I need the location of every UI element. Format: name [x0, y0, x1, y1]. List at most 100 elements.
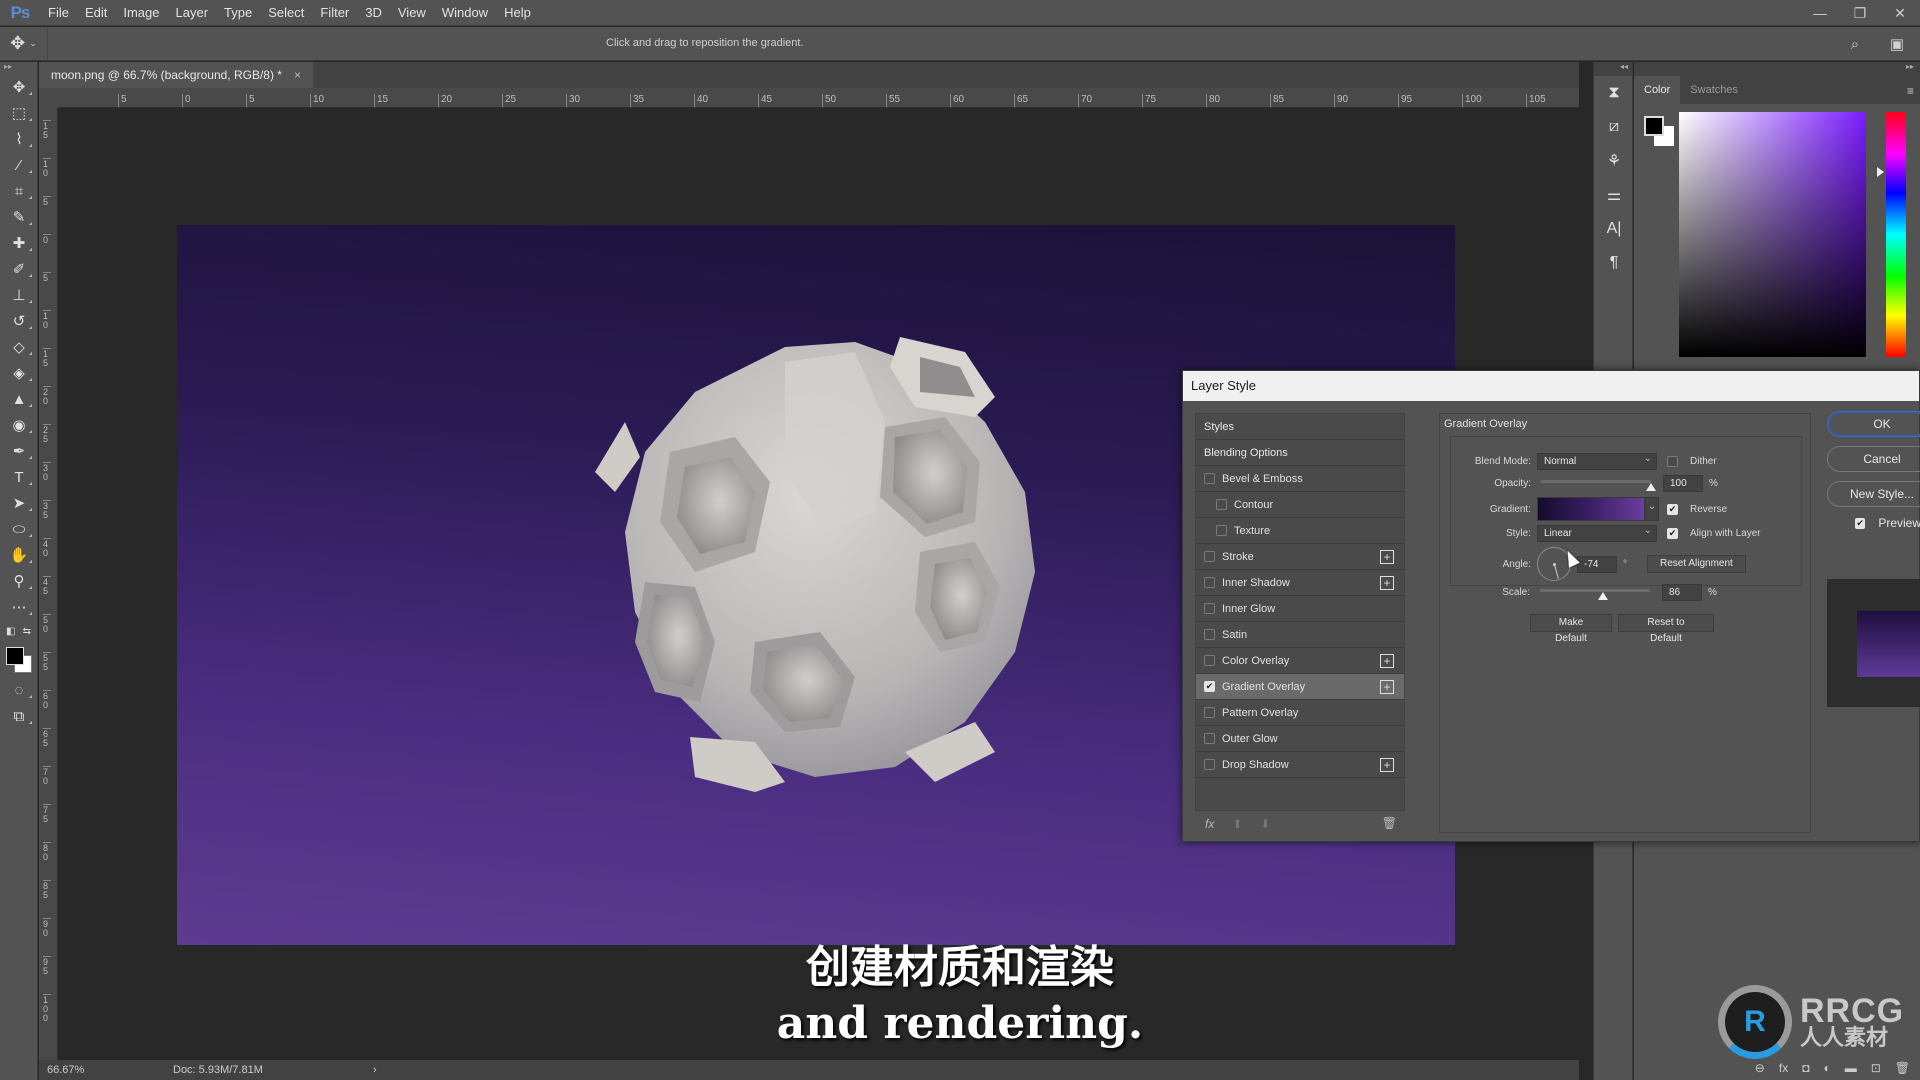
scale-slider[interactable] [1540, 586, 1650, 600]
healing-brush-tool[interactable]: ✚ [0, 230, 38, 256]
dodge-tool[interactable]: ◉ [0, 412, 38, 438]
opacity-slider[interactable] [1541, 477, 1656, 491]
contour-checkbox[interactable] [1216, 499, 1227, 510]
hue-slider[interactable] [1886, 112, 1906, 357]
menu-view[interactable]: View [390, 5, 434, 20]
foreground-color[interactable] [6, 647, 24, 665]
trash-icon[interactable]: 🗑 [1382, 816, 1397, 830]
style-item-outer-glow[interactable]: Outer Glow [1196, 726, 1404, 752]
trash-icon[interactable]: 🗑 [1895, 1061, 1910, 1075]
satin-checkbox[interactable] [1204, 629, 1215, 640]
close-tab-icon[interactable]: × [294, 68, 301, 82]
clone-stamp-tool[interactable]: ⊥ [0, 282, 38, 308]
lasso-tool[interactable]: ⌇ [0, 126, 38, 152]
crop-tool[interactable]: ⌗ [0, 178, 38, 204]
style-select[interactable]: Linear [1537, 523, 1657, 542]
color-overlay-checkbox[interactable] [1204, 655, 1215, 666]
fx-icon[interactable]: fx [1205, 817, 1214, 831]
pen-tool[interactable]: ✒ [0, 438, 38, 464]
menu-window[interactable]: Window [434, 5, 496, 20]
document-tab[interactable]: moon.png @ 66.7% (background, RGB/8) * × [39, 62, 313, 88]
tab-color[interactable]: Color [1634, 76, 1681, 104]
opacity-input[interactable]: 100 [1663, 475, 1703, 492]
magic-wand-tool[interactable]: ⁄ [0, 152, 38, 178]
move-tool[interactable]: ✥ [0, 74, 38, 100]
gradient-overlay-checkbox[interactable]: ✔ [1204, 681, 1215, 692]
cancel-button[interactable]: Cancel [1827, 446, 1920, 472]
add-color-overlay-icon[interactable]: + [1380, 654, 1394, 668]
panel-collapse-icon[interactable]: ▸▸ [0, 62, 37, 74]
style-item-contour[interactable]: Contour [1196, 492, 1404, 518]
history-icon[interactable]: ⧗ [1594, 76, 1634, 110]
style-item-blending-options[interactable]: Blending Options [1196, 440, 1404, 466]
hand-tool[interactable]: ✋ [0, 542, 38, 568]
vertical-ruler[interactable]: 15 10 5 0 5 10 15 20 25 30 35 40 45 50 55 60 65 70 75 80 85 9… [39, 108, 58, 1060]
dither-checkbox[interactable] [1667, 456, 1678, 467]
history-brush-tool[interactable]: ↺ [0, 308, 38, 334]
character-icon[interactable]: A| [1594, 212, 1634, 246]
dialog-title[interactable]: Layer Style [1183, 371, 1919, 401]
make-default-button[interactable]: Make Default [1530, 614, 1612, 644]
more-tools[interactable]: ⋯ [0, 594, 38, 620]
menu-3d[interactable]: 3D [357, 5, 390, 20]
style-item-bevel-emboss[interactable]: Bevel & Emboss [1196, 466, 1404, 492]
mask-icon[interactable]: ◘ [1802, 1061, 1809, 1075]
brush-settings-icon[interactable]: ⚌ [1594, 178, 1634, 212]
marquee-tool[interactable]: ⬚ [0, 100, 38, 126]
menu-help[interactable]: Help [496, 5, 539, 20]
style-item-texture[interactable]: Texture [1196, 518, 1404, 544]
tab-swatches[interactable]: Swatches [1680, 76, 1748, 104]
inner-shadow-checkbox[interactable] [1204, 577, 1215, 588]
reset-to-default-button[interactable]: Reset to Default [1618, 614, 1714, 644]
paragraph-icon[interactable]: ¶ [1594, 246, 1634, 280]
menu-select[interactable]: Select [260, 5, 312, 20]
brush-tool[interactable]: ✐ [0, 256, 38, 282]
link-layers-icon[interactable]: ⊖ [1755, 1061, 1765, 1075]
status-menu-arrow[interactable]: › [373, 1064, 377, 1076]
adjustment-icon[interactable]: ◐ [1823, 1061, 1830, 1075]
add-inner-shadow-icon[interactable]: + [1380, 576, 1394, 590]
drop-shadow-checkbox[interactable] [1204, 759, 1215, 770]
eraser-tool[interactable]: ◇ [0, 334, 38, 360]
texture-checkbox[interactable] [1216, 525, 1227, 536]
style-item-drop-shadow[interactable]: Drop Shadow + [1196, 752, 1404, 778]
scale-slider-thumb[interactable] [1598, 591, 1609, 600]
minimize-button[interactable]: — [1800, 0, 1840, 26]
style-item-inner-glow[interactable]: Inner Glow [1196, 596, 1404, 622]
reset-alignment-button[interactable]: Reset Alignment [1647, 555, 1746, 573]
ruler-origin[interactable] [39, 88, 58, 108]
style-item-color-overlay[interactable]: Color Overlay + [1196, 648, 1404, 674]
style-item-stroke[interactable]: Stroke + [1196, 544, 1404, 570]
foreground-color-swatch[interactable] [1644, 116, 1664, 136]
close-button[interactable]: ✕ [1880, 0, 1920, 26]
style-item-pattern-overlay[interactable]: Pattern Overlay [1196, 700, 1404, 726]
inner-glow-checkbox[interactable] [1204, 603, 1215, 614]
zoom-level[interactable]: 66.67% [39, 1064, 99, 1076]
move-down-icon[interactable]: ⬇ [1260, 817, 1270, 831]
menu-layer[interactable]: Layer [168, 5, 217, 20]
outer-glow-checkbox[interactable] [1204, 733, 1215, 744]
blend-mode-select[interactable]: Normal [1537, 451, 1657, 470]
preview-checkbox[interactable]: ✔ [1855, 517, 1866, 529]
eyedropper-tool[interactable]: ✎ [0, 204, 38, 230]
workspace-icon[interactable]: ▣ [1886, 33, 1908, 55]
clone-source-icon[interactable]: ⧄ [1594, 110, 1634, 144]
paint-bucket-tool[interactable]: ◈ [0, 360, 38, 386]
style-item-gradient-overlay[interactable]: ✔ Gradient Overlay + [1196, 674, 1404, 700]
style-item-inner-shadow[interactable]: Inner Shadow + [1196, 570, 1404, 596]
move-up-icon[interactable]: ⬆ [1232, 817, 1242, 831]
zoom-tool[interactable]: ⚲ [0, 568, 38, 594]
style-item-styles[interactable]: Styles [1196, 414, 1404, 440]
ok-button[interactable]: OK [1827, 411, 1920, 437]
reverse-checkbox[interactable]: ✔ [1667, 503, 1678, 515]
fx-icon[interactable]: fx [1779, 1061, 1788, 1075]
new-style-button[interactable]: New Style... [1827, 481, 1920, 507]
menu-file[interactable]: File [40, 5, 77, 20]
gradient-picker-dropdown[interactable]: ⌄ [1645, 497, 1659, 521]
hue-slider-handle[interactable] [1877, 167, 1884, 177]
color-picker-field[interactable] [1679, 112, 1866, 357]
swap-colors-icon[interactable]: ⇆ [23, 626, 31, 637]
panel-menu-icon[interactable]: ≡ [1907, 84, 1914, 98]
menu-image[interactable]: Image [115, 5, 167, 20]
gradient-swatch[interactable] [1537, 497, 1645, 521]
